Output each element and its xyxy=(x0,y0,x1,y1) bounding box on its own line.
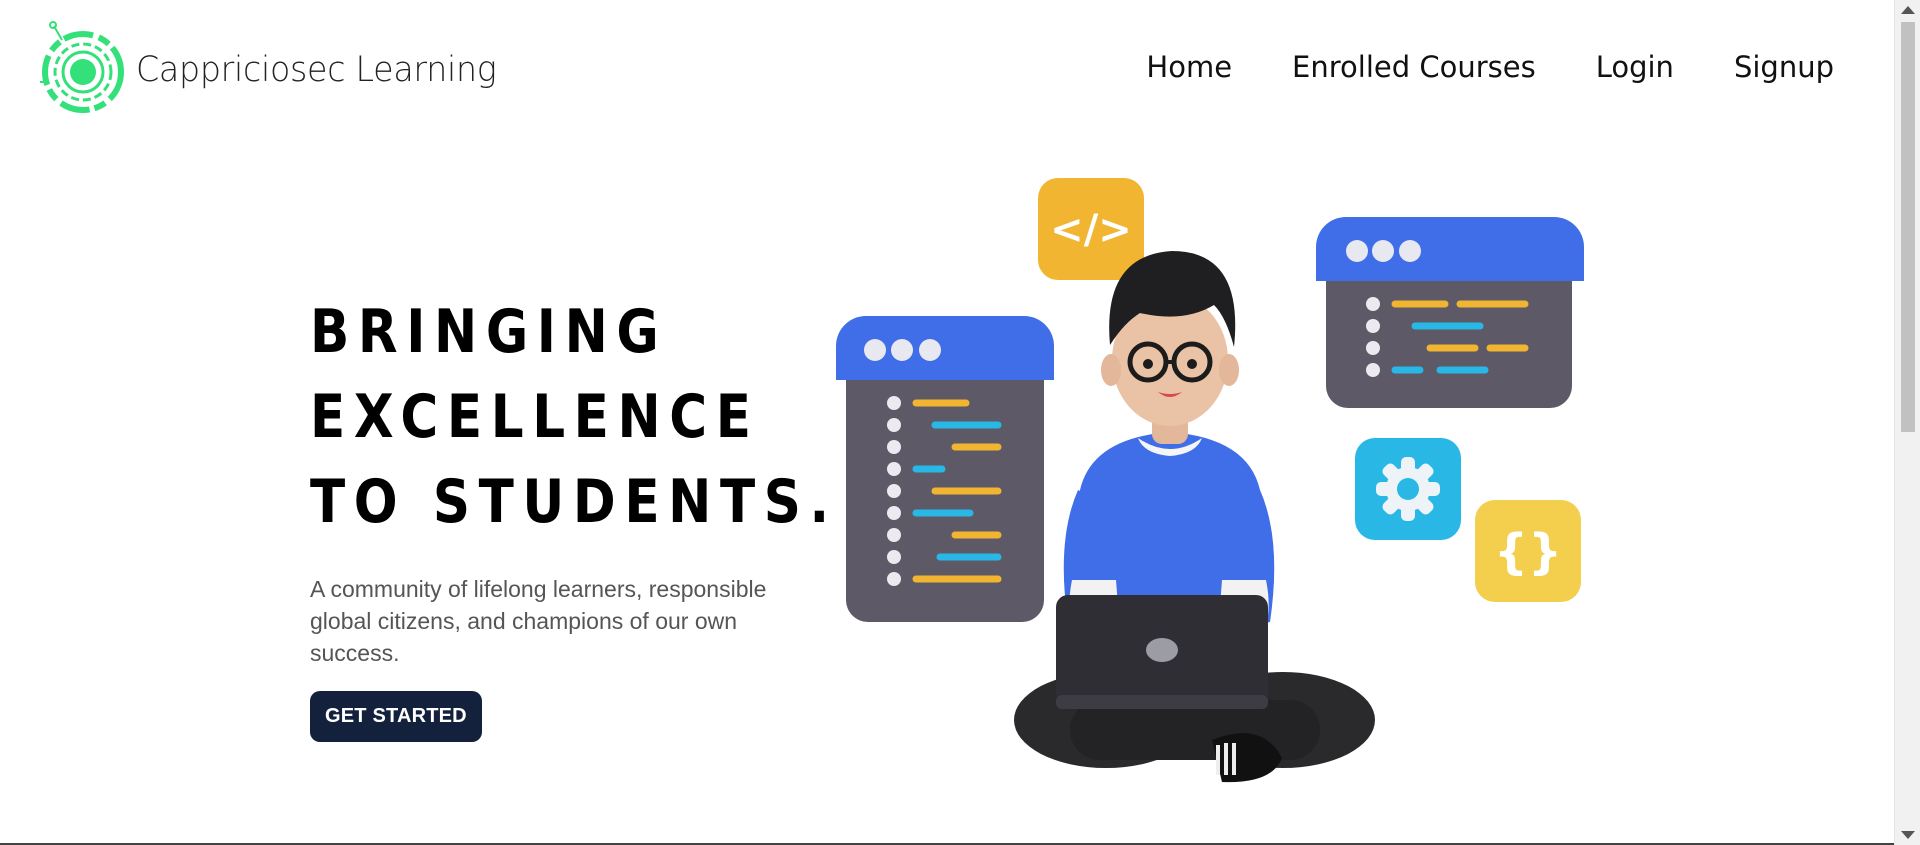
brand[interactable]: Cappriciosec Learning xyxy=(38,20,515,120)
brand-name: Cappriciosec Learning xyxy=(136,50,497,90)
scroll-up-icon[interactable] xyxy=(1901,6,1915,14)
braces-icon: {} xyxy=(1475,500,1581,602)
scroll-thumb[interactable] xyxy=(1901,22,1915,432)
code-tag-icon: </> xyxy=(1038,178,1144,280)
code-window-right-icon xyxy=(1316,217,1584,408)
code-window-left-icon xyxy=(836,316,1054,622)
nav-enrolled-courses[interactable]: Enrolled Courses xyxy=(1292,50,1536,84)
hero-illustration: </> {} xyxy=(836,178,1584,783)
headline-line-2: EXCELLENCE xyxy=(310,382,760,452)
nav-signup[interactable]: Signup xyxy=(1734,50,1834,84)
gear-icon xyxy=(1355,438,1461,540)
svg-text:</>: </> xyxy=(1050,207,1132,253)
hero-headline: BRINGING EXCELLENCE TO STUDENTS. xyxy=(310,290,838,545)
hero-description: A community of lifelong learners, respon… xyxy=(310,576,767,666)
headline-line-1: BRINGING xyxy=(310,297,668,367)
vertical-scrollbar[interactable] xyxy=(1894,0,1920,845)
get-started-button[interactable]: GET STARTED xyxy=(310,691,482,742)
nav-login[interactable]: Login xyxy=(1596,50,1674,84)
main-nav: Home Enrolled Courses Login Signup xyxy=(1146,50,1834,84)
nav-home[interactable]: Home xyxy=(1146,50,1232,84)
logo-icon xyxy=(40,21,124,113)
svg-text:{}: {} xyxy=(1494,524,1562,580)
scroll-down-icon[interactable] xyxy=(1901,831,1915,839)
headline-line-3: TO STUDENTS. xyxy=(310,467,838,537)
student-character-icon xyxy=(1014,251,1375,783)
site-header: Cappriciosec Learning Home Enrolled Cour… xyxy=(0,0,1894,140)
hero-section: BRINGING EXCELLENCE TO STUDENTS. A commu… xyxy=(310,290,838,742)
